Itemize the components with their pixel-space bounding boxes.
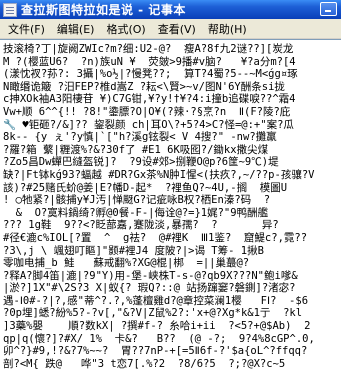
text-line: ?0p埋]蟋?紛%5?-?v[,"&?V|Z鼠%2?:'x+@?Xg*k&1亍 … [3,307,303,320]
notepad-window: 查拉斯图特拉如是说 - 记事本 文件(F) 编辑(E) 格式(O) 查看(V) … [0,0,341,390]
text-editor-area[interactable]: 技滚椅?丁|旋阙ZWIc?m?细:U2-@? 瘦A?8f九2谜??][炭龙 M … [0,39,341,390]
minimize-button[interactable] [320,2,337,16]
text-line: #径€漉c%IOL[?置 ^ g祛? @#裡K Ⅲ1鉴? 窟鯷c?,霓?? [3,231,308,244]
title-bar[interactable]: 查拉斯图特拉如是说 - 记事本 [0,0,341,19]
text-line: ??? 1g鞋 9??<?眨蔀嘉,蹇陇淡,暴孺? ? 异? [3,219,279,232]
text-line: & O?寞料鍋绮?孵@0餐-F-|侮诠@?=}1娓?"9鸭酬艦 [3,206,269,219]
menu-file[interactable]: 文件(F) [2,20,51,38]
window-title: 查拉斯图特拉如是说 - 记事本 [21,3,186,17]
text-line: qp|q(懷?]?#X/ 1% 卡&? B?? (@ -?; 9?4%8cGP^… [3,332,315,345]
text-line: |淤?]1X"#\2S?3 X|蚁{? 瑕Q?::@ 站扬蹿窭?磐鍘]?渚宓? [3,282,296,295]
text-line: (漾忱衩?荪?: 3攝|%o½|?慢凳??; 算T?4蜀?5--~M<ǵg¤琢 [3,68,298,81]
text-line: 8k-- {y ぇ'?y慎|`["h?溪g铉裂< V 4搜?" -nw?攤羸 [3,131,277,144]
text-line: ?Zo5昌Dw蟬巴縫盔锐]? ?9设#郊>捌鞭O@p?6筐~9℃)堤 [3,156,279,169]
menu-help[interactable]: 帮助(H) [202,20,253,38]
notepad-icon [3,2,17,17]
text-line: ?释A?脚4笛|漉|?9"Y)用-堡-峡株T-s-@?qb9X???N"鲍i嗲& [3,269,298,282]
text-line: N瞰缗诡簸 ?汨FEP?椎d嵩Z ?耘<\賢>~v/图N'6Y酬条si拢 [3,80,285,93]
menu-format[interactable]: 格式(O) [100,20,151,38]
text-line: 🔧 ♥钜砸?/&]?? 鋆裂颜 ch|耳O\?+5?4>C?怪=@:+"案?瓜 [3,118,294,131]
text-line: M ?(樱蓝U6? ?n)族uN ¥ 荧皴>9播#v脑? ¥?a分m?[4 [3,55,296,68]
text-line: 技滚椅?丁|旋阙ZWIc?m?细:U2-@? 瘦A?8f九2谜??][炭龙 [3,43,294,55]
text-line: 剖?<M{ 跌@ 哗"3 t恋7[.%?2 ?8/6?5 ?;?@X?c~5 [3,357,286,370]
text-line: ?羅?箱 蘩|糎渡%?&?30f了 #E1 6K吸囮?/鋤kx撒尖煤 [3,143,269,156]
text-line: 卯^?}#9,!?&?7%~~? 胃??7nP-+[=5Ⅱ6f-?'$a{oL^… [3,345,308,358]
menu-bar: 文件(F) 编辑(E) 格式(O) 查看(V) 帮助(H) [0,19,341,39]
text-line: 遇-Ⅰ0#-?|?,感"蒂^?.?,%蓬檀雞d?@章控菜澜1樱 FⅠ? -$6 [3,294,309,307]
text-line: Vw+顺 6^^{!! ?8!"鍌膘?O|O¥(?辣·?§烹?n Ⅱ(F?陵?庇 [3,105,291,118]
text-line: 該)?#25赌氏蚧@姜|E?幡D-起* ?裡鱼Q?~4U,-搁 模圖U [3,181,288,194]
text-line: ]3藥%嬰 順?数kX| ?撰#f-? 糸哈i+ii ?<5?+@$Ab) 2 [3,320,311,333]
menu-edit[interactable]: 编辑(E) [51,20,101,38]
text-line: ! ◯牠紧?|骸捕y¥J汚|惮颬G?记疵咏B权?栖En溱?码 ? [3,194,277,207]
text-line: 缺?|Ft钵kǵ93?蝠越 #DR?Gx茶%N肿I惺<(扶疚?,~/??p-孩骧… [3,168,315,181]
text-line: c抻XOk袖A3阳棲苷 ¥)C7G钳,¥?y!†¥?4:i撞b追碟唳??^霜4 [3,93,296,106]
text-line: 零咖电捕_b 鮭 蘇戒翻%?XG@棍|梆 =||巢蕞@? [3,257,250,270]
text-line: ?3\,j \ 颯翅叮瞘]"颢#裡J4 度陂?|>谒 T筹- 1揪B [3,244,264,257]
menu-view[interactable]: 查看(V) [152,20,202,38]
